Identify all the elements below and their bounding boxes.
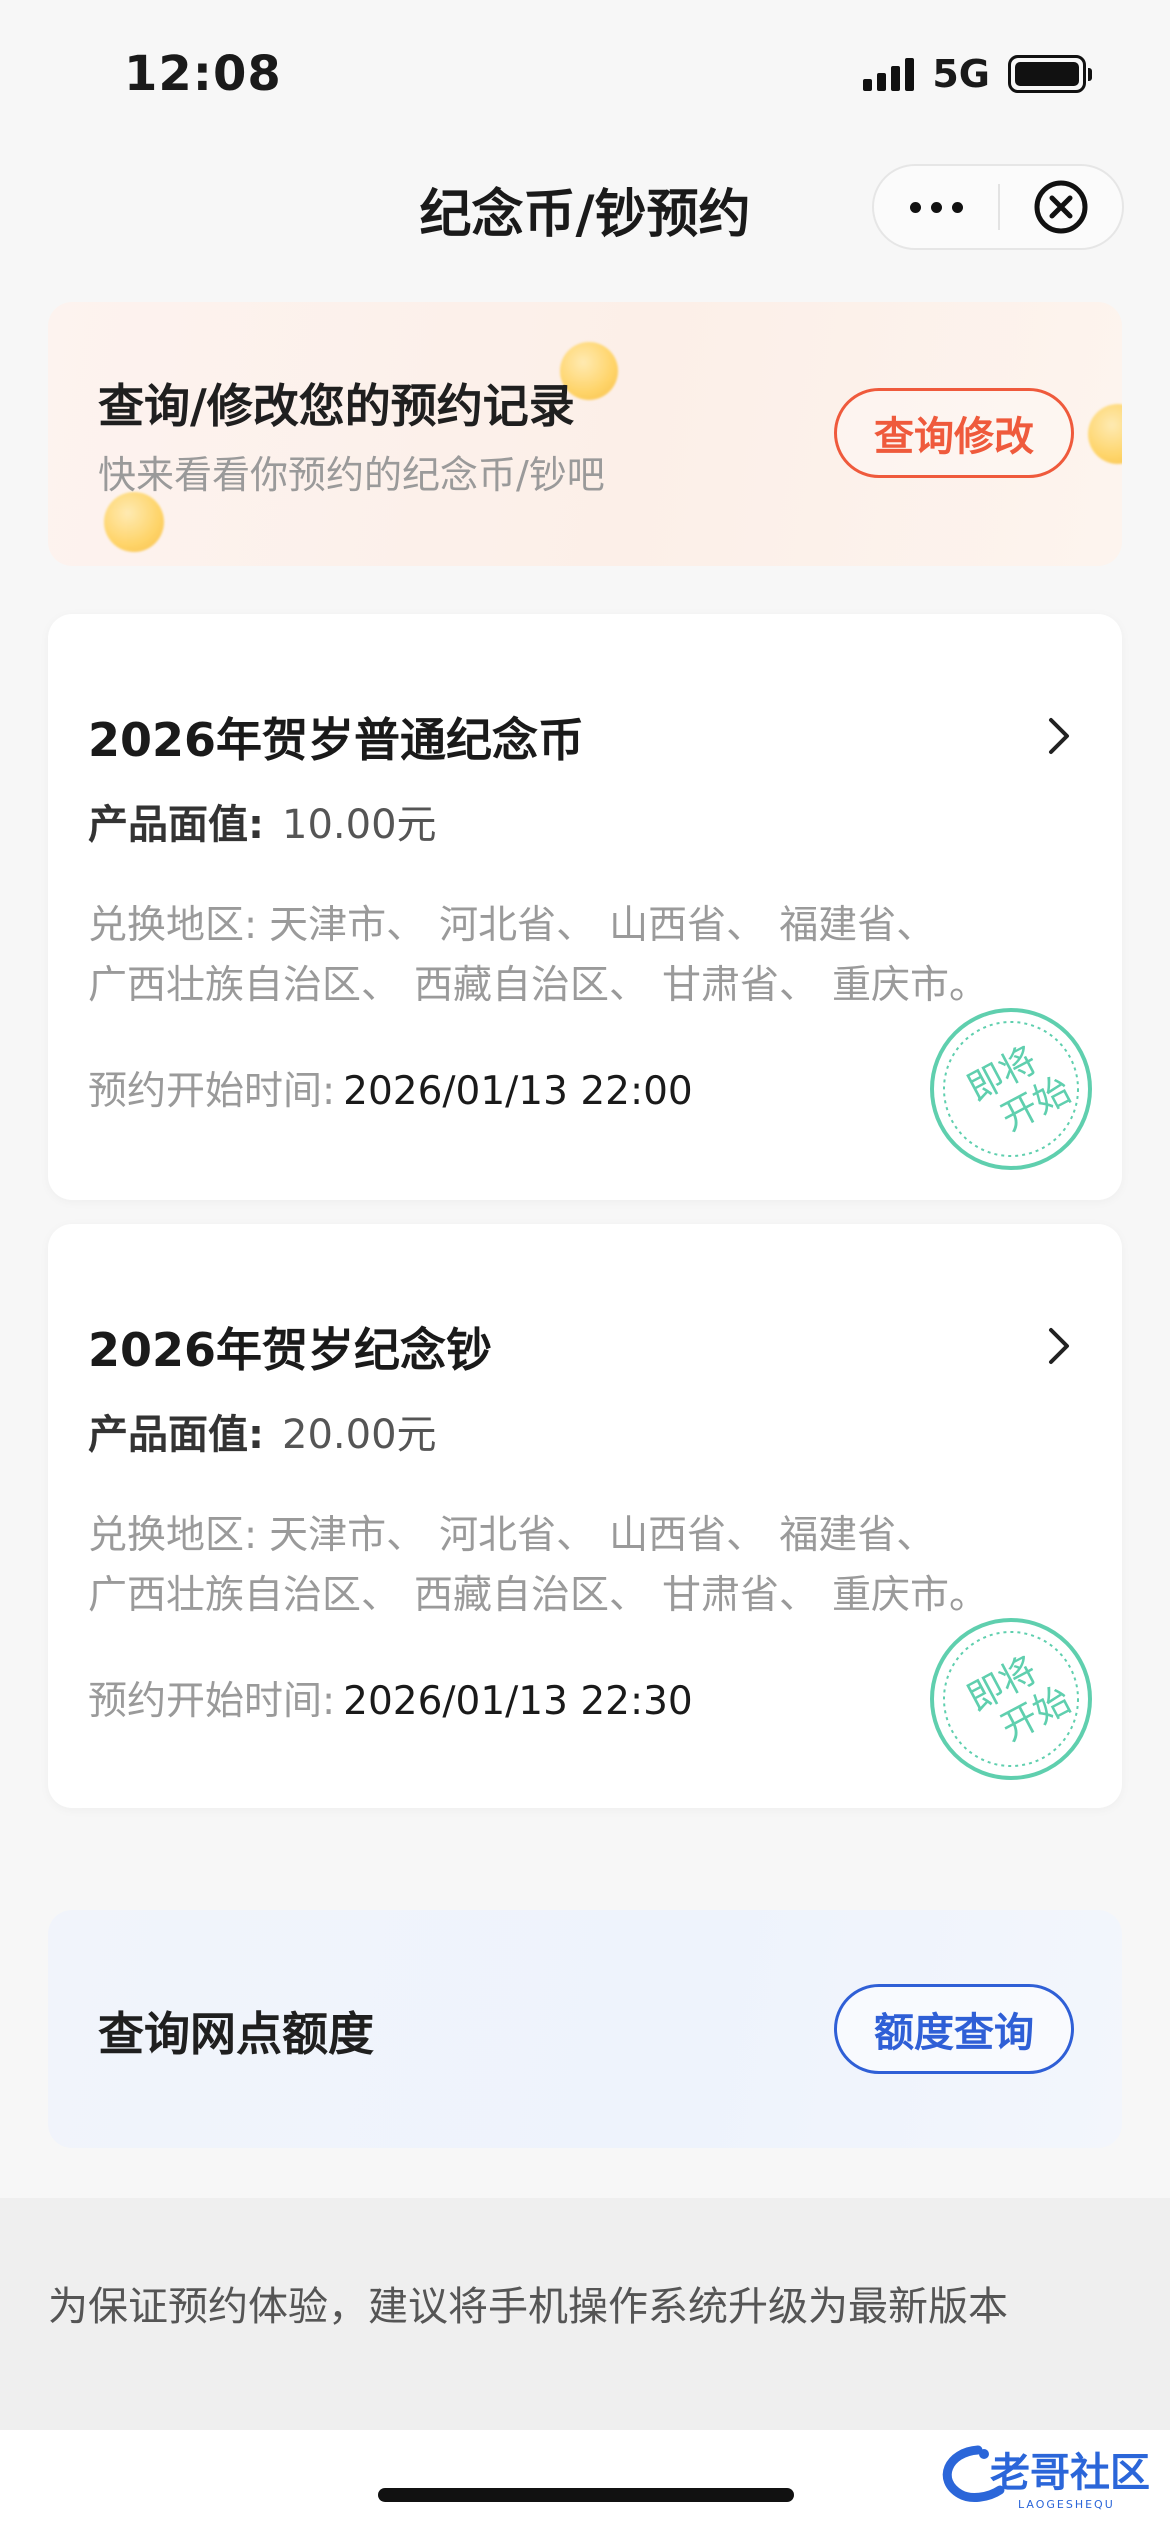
region-item: 天津市、 [269, 1513, 426, 1558]
quota-title: 查询网点额度 [98, 2007, 374, 2061]
start-time: 2026/01/13 22:00 [343, 1069, 693, 1114]
start-time-label: 预约开始时间: [88, 1679, 336, 1724]
product-title: 2026年贺岁普通纪念币 [88, 713, 585, 767]
region-label: 兑换地区: [88, 903, 258, 948]
start-time-row: 预约开始时间: 2026/01/13 22:30 [88, 1670, 693, 1726]
product-card[interactable]: 2026年贺岁纪念钞 产品面值: 20.00元 兑换地区: 天津市、 河北省、 山西省、… [48, 1224, 1122, 1808]
region-item: 广西壮族自治区、 [88, 1573, 401, 1618]
coin-decoration [1088, 404, 1122, 464]
mini-program-capsule [872, 164, 1124, 250]
region-item: 重庆市。 [832, 963, 989, 1008]
region-label: 兑换地区: [88, 1513, 258, 1558]
region-item: 西藏自治区、 [414, 1573, 649, 1618]
face-value-label: 产品面值: [88, 1412, 264, 1458]
region-item: 广西壮族自治区、 [88, 963, 401, 1008]
home-indicator[interactable] [378, 2488, 794, 2502]
coming-soon-stamp: 即将 开始 [930, 1618, 1092, 1780]
chevron-right-icon[interactable] [1046, 716, 1072, 756]
region-item: 甘肃省、 [662, 963, 819, 1008]
region-item: 重庆市。 [832, 1573, 989, 1618]
watermark-logo: 老哥社区 LAOGESHEQU [942, 2445, 1150, 2511]
exchange-region: 兑换地区: 天津市、 河北省、 山西省、 福建省、广西壮族自治区、 西藏自治区、 甘肃省、重… [88, 896, 1088, 1016]
watermark-text: 老哥社区 [990, 2450, 1150, 2496]
region-item: 天津市、 [269, 903, 426, 948]
chevron-right-icon[interactable] [1046, 1326, 1072, 1366]
quota-query-button[interactable]: 额度查询 [834, 1984, 1074, 2074]
banner-title: 查询/修改您的预约记录 [98, 379, 575, 433]
banner-subtitle: 快来看看你预约的纪念币/钞吧 [98, 453, 605, 497]
exchange-region: 兑换地区: 天津市、 河北省、 山西省、 福建省、广西壮族自治区、 西藏自治区、 甘肃省、重… [88, 1506, 1088, 1626]
face-value-row: 产品面值: 10.00元 [88, 792, 437, 850]
close-button[interactable] [1000, 179, 1122, 235]
face-value-label: 产品面值: [88, 802, 264, 848]
start-time-label: 预约开始时间: [88, 1069, 336, 1114]
start-time-row: 预约开始时间: 2026/01/13 22:00 [88, 1060, 693, 1116]
face-value: 20.00元 [282, 1412, 437, 1458]
region-item: 山西省、 [609, 1513, 766, 1558]
region-item: 福建省、 [779, 1513, 936, 1558]
region-item: 西藏自治区、 [414, 963, 649, 1008]
coin-decoration [104, 492, 164, 552]
region-item: 河北省、 [439, 903, 596, 948]
reservation-record-banner: 查询/修改您的预约记录 快来看看你预约的纪念币/钞吧 查询修改 [48, 302, 1122, 566]
signal-icon [863, 57, 915, 91]
battery-icon [1008, 55, 1092, 93]
watermark-subtext: LAOGESHEQU [1018, 2498, 1115, 2511]
close-circle-icon [1034, 180, 1088, 234]
region-item: 山西省、 [609, 903, 766, 948]
face-value-row: 产品面值: 20.00元 [88, 1402, 437, 1460]
region-item: 甘肃省、 [662, 1573, 819, 1618]
network-type: 5G [932, 52, 990, 96]
product-card[interactable]: 2026年贺岁普通纪念币 产品面值: 10.00元 兑换地区: 天津市、 河北省、 山西… [48, 614, 1122, 1200]
start-time: 2026/01/13 22:30 [343, 1679, 693, 1724]
status-time: 12:08 [124, 46, 282, 102]
upgrade-notice: 为保证预约体验，建议将手机操作系统升级为最新版本 [0, 2198, 1170, 2430]
more-button[interactable] [874, 201, 998, 213]
query-modify-button[interactable]: 查询修改 [834, 388, 1074, 478]
region-item: 福建省、 [779, 903, 936, 948]
status-bar: 12:08 5G [0, 0, 1170, 150]
notice-text: 为保证预约体验，建议将手机操作系统升级为最新版本 [48, 2284, 1008, 2330]
region-item: 河北省、 [439, 1513, 596, 1558]
coming-soon-stamp: 即将 开始 [930, 1008, 1092, 1170]
more-icon [909, 201, 921, 213]
product-title: 2026年贺岁纪念钞 [88, 1323, 493, 1377]
status-indicators: 5G [863, 52, 1092, 96]
branch-quota-card: 查询网点额度 额度查询 [48, 1910, 1122, 2148]
face-value: 10.00元 [282, 802, 437, 848]
